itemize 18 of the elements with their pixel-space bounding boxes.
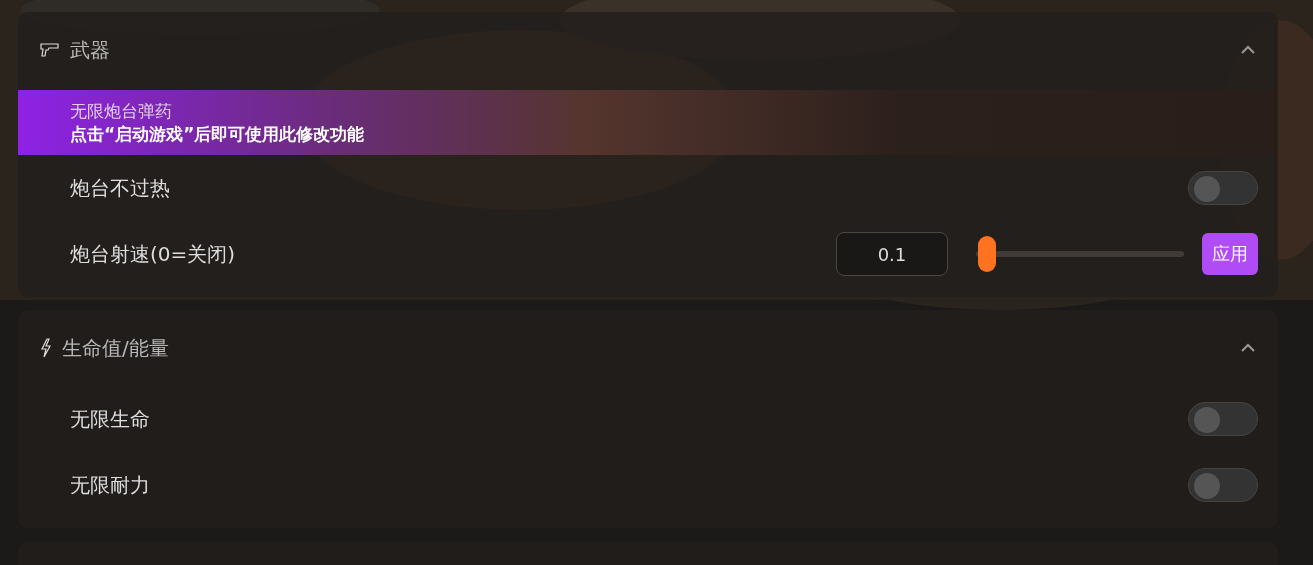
chevron-icon[interactable] xyxy=(1240,343,1256,353)
value-field[interactable]: 0.1 xyxy=(836,232,948,276)
feature-label: 炮台不过热 xyxy=(70,174,171,202)
feature-label: 无限生命 xyxy=(70,405,151,433)
section-title: 武器 xyxy=(70,36,111,64)
section-title: 生命值/能量 xyxy=(62,334,170,362)
toggle-switch[interactable] xyxy=(1188,402,1258,436)
slider-thumb[interactable] xyxy=(978,236,996,272)
toggle-switch[interactable] xyxy=(1188,468,1258,502)
feature-label: 炮台射速(0=关闭) xyxy=(70,240,237,268)
chevron-icon[interactable] xyxy=(1240,45,1256,55)
lightning-icon xyxy=(40,338,52,358)
feature-label: 无限耐力 xyxy=(70,471,151,499)
apply-button[interactable]: 应用 xyxy=(1202,233,1258,275)
pistol-icon xyxy=(40,42,60,58)
feature-label: 无限炮台弹药 xyxy=(70,99,173,123)
toggle-switch[interactable] xyxy=(1188,171,1258,205)
notice-message: 点击“启动游戏”后即可使用此修改功能 xyxy=(70,122,366,146)
